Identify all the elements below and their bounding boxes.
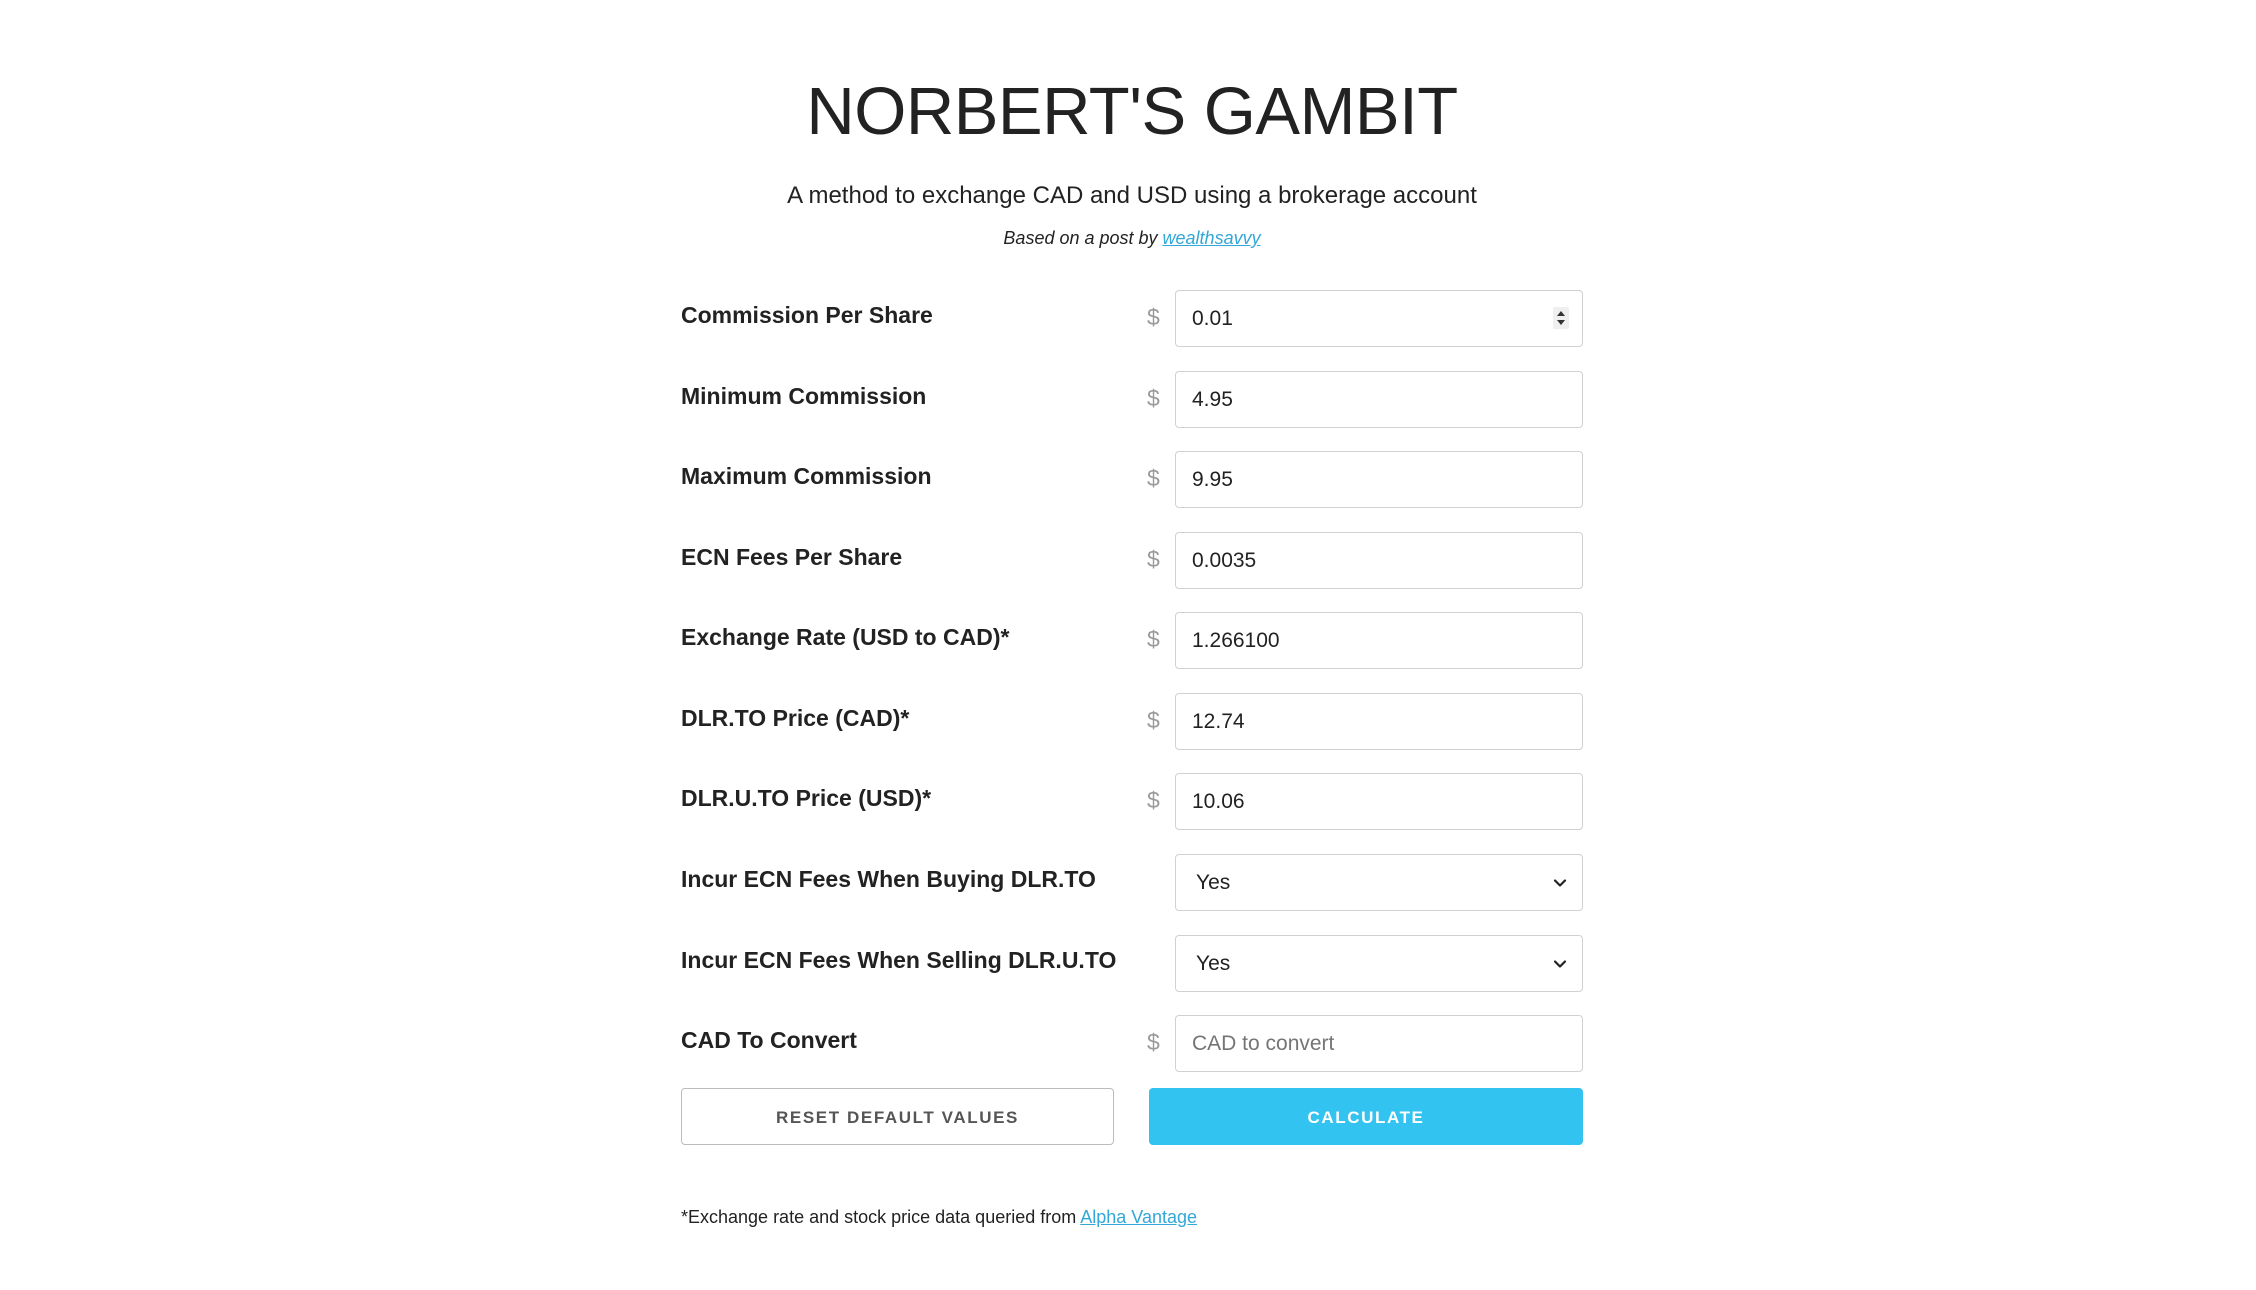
ecn-selling-label: Incur ECN Fees When Selling DLR.U.TO	[681, 947, 1117, 973]
credit-line: Based on a post by wealthsavvy	[681, 226, 1583, 250]
dollar-sign: $	[1147, 707, 1160, 733]
commission-per-share-row: Commission Per Share $	[681, 290, 1583, 347]
number-spinner-icon[interactable]	[1553, 307, 1569, 329]
dollar-sign: $	[1147, 1029, 1160, 1055]
dollar-sign: $	[1147, 546, 1160, 572]
dollar-sign: $	[1147, 385, 1160, 411]
ecn-buying-label: Incur ECN Fees When Buying DLR.TO	[681, 866, 1096, 892]
data-source-footnote: *Exchange rate and stock price data quer…	[681, 1205, 1197, 1229]
dlr-u-to-price-input[interactable]	[1175, 773, 1583, 830]
ecn-buying-select[interactable]: Yes	[1175, 854, 1583, 911]
minimum-commission-input[interactable]	[1175, 371, 1583, 428]
dlr-u-to-price-label: DLR.U.TO Price (USD)*	[681, 785, 932, 811]
alpha-vantage-link[interactable]: Alpha Vantage	[1080, 1207, 1197, 1227]
cad-to-convert-row: CAD To Convert $	[681, 1015, 1583, 1072]
minimum-commission-label: Minimum Commission	[681, 383, 927, 409]
chevron-down-icon	[1553, 960, 1567, 968]
dollar-sign: $	[1147, 787, 1160, 813]
maximum-commission-label: Maximum Commission	[681, 463, 932, 489]
ecn-selling-select[interactable]: Yes	[1175, 935, 1583, 992]
cad-to-convert-label: CAD To Convert	[681, 1027, 857, 1053]
reset-default-values-button[interactable]: RESET DEFAULT VALUES	[681, 1088, 1114, 1145]
page-subtitle: A method to exchange CAD and USD using a…	[787, 182, 1477, 209]
ecn-fees-per-share-row: ECN Fees Per Share $	[681, 532, 1583, 589]
wealthsavvy-link[interactable]: wealthsavvy	[1163, 228, 1261, 248]
footnote-text: *Exchange rate and stock price data quer…	[681, 1207, 1081, 1227]
maximum-commission-row: Maximum Commission $	[681, 451, 1583, 508]
dlr-to-price-row: DLR.TO Price (CAD)* $	[681, 693, 1583, 750]
credit-prefix: Based on a post by	[1003, 228, 1163, 248]
dlr-to-price-label: DLR.TO Price (CAD)*	[681, 705, 910, 731]
commission-per-share-input[interactable]	[1175, 290, 1583, 347]
minimum-commission-row: Minimum Commission $	[681, 371, 1583, 428]
ecn-buying-selected-value: Yes	[1196, 871, 1231, 894]
exchange-rate-input[interactable]	[1175, 612, 1583, 669]
ecn-selling-row: Incur ECN Fees When Selling DLR.U.TO Yes	[681, 935, 1583, 992]
cad-to-convert-input[interactable]	[1175, 1015, 1583, 1072]
chevron-down-icon	[1553, 879, 1567, 887]
ecn-buying-row: Incur ECN Fees When Buying DLR.TO Yes	[681, 854, 1583, 911]
dlr-to-price-input[interactable]	[1175, 693, 1583, 750]
page-title: NORBERT'S GAMBIT	[806, 74, 1458, 149]
dollar-sign: $	[1147, 626, 1160, 652]
dollar-sign: $	[1147, 304, 1160, 330]
maximum-commission-input[interactable]	[1175, 451, 1583, 508]
dlr-u-to-price-row: DLR.U.TO Price (USD)* $	[681, 773, 1583, 830]
calculate-button[interactable]: CALCULATE	[1149, 1088, 1583, 1145]
ecn-selling-selected-value: Yes	[1196, 952, 1231, 975]
commission-per-share-label: Commission Per Share	[681, 302, 933, 328]
exchange-rate-label: Exchange Rate (USD to CAD)*	[681, 624, 1010, 650]
ecn-fees-per-share-label: ECN Fees Per Share	[681, 544, 903, 570]
page: NORBERT'S GAMBIT A method to exchange CA…	[0, 0, 2256, 1290]
exchange-rate-row: Exchange Rate (USD to CAD)* $	[681, 612, 1583, 669]
dollar-sign: $	[1147, 465, 1160, 491]
ecn-fees-per-share-input[interactable]	[1175, 532, 1583, 589]
